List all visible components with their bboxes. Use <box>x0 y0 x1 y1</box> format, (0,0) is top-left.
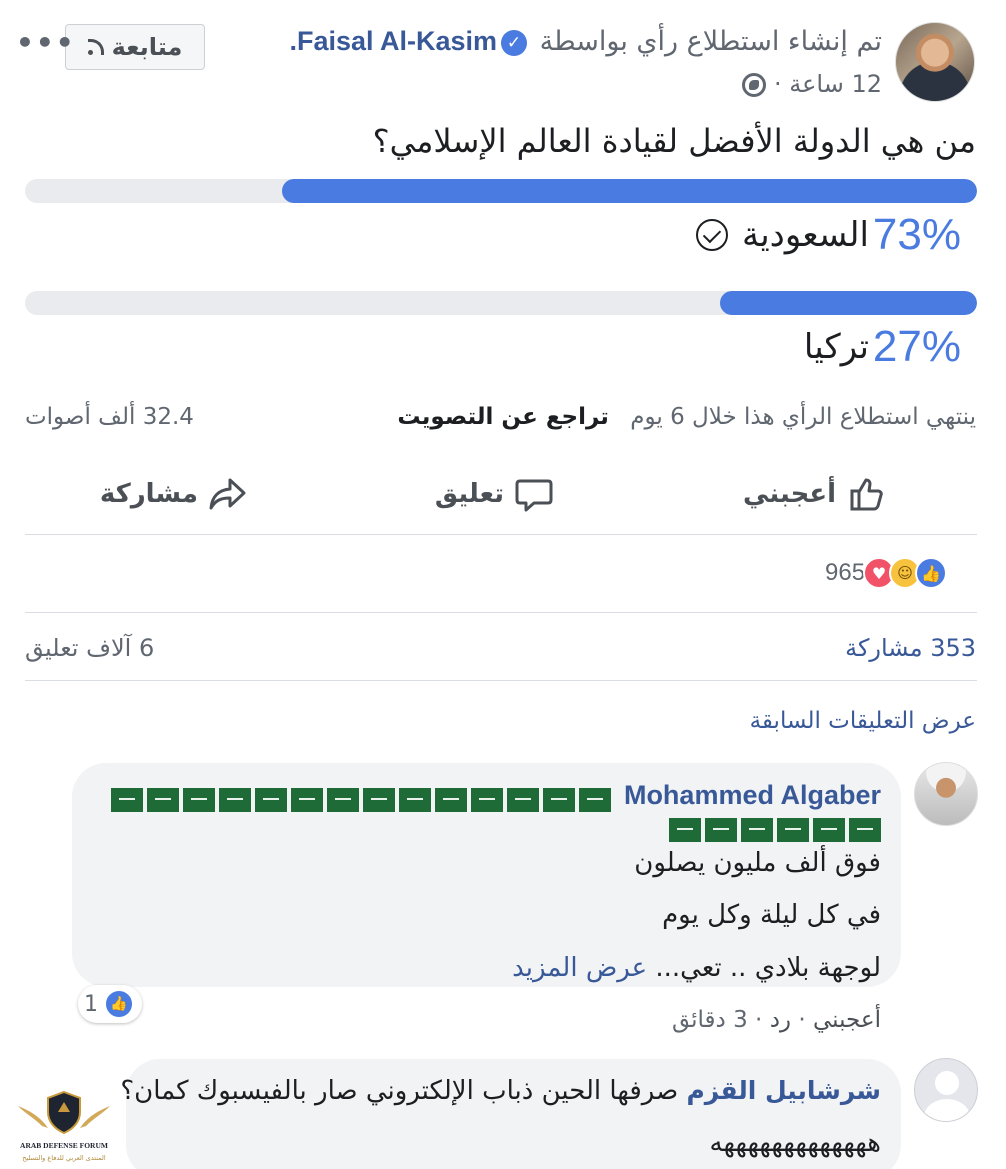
like-label: أعجبني <box>743 479 836 509</box>
comments-count[interactable]: 6 آلاف تعليق <box>25 634 154 662</box>
saudi-flag-icon <box>326 787 359 812</box>
comment-reply-action[interactable]: رد <box>770 1007 791 1033</box>
created-poll-text: تم إنشاء استطلاع رأي بواسطة <box>539 26 882 57</box>
comment-icon <box>515 479 553 512</box>
voted-check-icon <box>695 219 728 251</box>
poll-percent-option-1: 73% <box>872 210 961 259</box>
saudi-flag-icon <box>578 787 611 812</box>
comment-author-line: Mohammed Algaber <box>107 780 881 812</box>
flag-row-2 <box>665 818 881 842</box>
post-time[interactable]: 12 ساعة · <box>774 70 882 98</box>
comment-author[interactable]: شرشابيل القزم <box>686 1076 881 1105</box>
verified-badge-icon: ✓ <box>501 29 528 56</box>
saudi-flag-icon <box>669 818 701 842</box>
watermark-subtitle: المنتدى العربي للدفاع والتسليح <box>22 1154 106 1162</box>
comment-text: صرفها الحين ذباب الإلكتروني صار بالفيسبو… <box>120 1076 679 1106</box>
saudi-flag-icon <box>182 787 215 812</box>
comment-like-count: 1 <box>84 991 98 1017</box>
comment-author[interactable]: Mohammed Algaber <box>624 780 881 810</box>
saudi-flag-icon <box>813 818 845 842</box>
comment-text-line-last: لوجهة بلادي .. تعي... عرض المزيد <box>512 953 881 983</box>
saudi-flag-icon <box>705 818 737 842</box>
like-reaction-icon: 👍 <box>915 557 948 589</box>
globe-icon <box>742 73 767 97</box>
saudi-flag-icon <box>542 787 575 812</box>
poll-label-option-1: السعودية <box>741 215 869 255</box>
poll-footer: ينتهي استطلاع الرأي هذا خلال 6 يوم تراجع… <box>397 404 976 430</box>
poll-option-2[interactable]: 27% تركيا <box>804 322 961 372</box>
follow-button[interactable]: متابعة <box>65 24 205 70</box>
poll-bar-option-2[interactable] <box>25 291 977 315</box>
flag-row-1 <box>107 787 611 812</box>
like-reaction-icon: 👍 <box>104 989 134 1019</box>
divider <box>25 612 977 613</box>
see-more-link[interactable]: عرض المزيد <box>512 953 647 983</box>
comment-line: شرشابيل القزم صرفها الحين ذباب الإلكترون… <box>120 1076 881 1106</box>
thumbs-up-icon <box>850 478 883 511</box>
watermark-title: ARAB DEFENSE FORUM <box>20 1141 108 1150</box>
saudi-flag-icon <box>506 787 539 812</box>
poll-question: من هي الدولة الأفضل لقيادة العالم الإسلا… <box>372 122 976 160</box>
saudi-flag-icon <box>362 787 395 812</box>
saudi-flag-icon <box>849 818 881 842</box>
rss-icon <box>87 39 104 55</box>
votes-count[interactable]: 32.4 ألف أصوات <box>25 404 194 430</box>
follow-label: متابعة <box>111 33 183 61</box>
undo-vote-link[interactable]: تراجع عن التصويت <box>397 404 609 430</box>
saudi-flag-icon <box>398 787 431 812</box>
author-name[interactable]: Faisal Al-Kasim <box>297 26 497 56</box>
comment-text-truncated: لوجهة بلادي .. تعي... <box>655 953 881 983</box>
poll-ends-text: ينتهي استطلاع الرأي هذا خلال 6 يوم <box>630 404 976 430</box>
poll-bar-option-1[interactable] <box>25 179 977 203</box>
saudi-flag-icon <box>146 787 179 812</box>
saudi-flag-icon <box>777 818 809 842</box>
poll-option-1[interactable]: 73% السعودية <box>695 210 961 260</box>
share-label: مشاركة <box>99 479 198 509</box>
comment-button[interactable]: تعليق <box>435 472 554 516</box>
reactions-count: 965 <box>825 559 866 586</box>
view-previous-comments-link[interactable]: عرض التعليقات السابقة <box>750 708 976 734</box>
comment-like-badge[interactable]: 1 👍 <box>78 985 142 1023</box>
saudi-flag-icon <box>741 818 773 842</box>
saudi-flag-icon <box>218 787 251 812</box>
post-header: تم إنشاء استطلاع رأي بواسطة ✓Faisal Al-K… <box>289 26 882 57</box>
poll-percent-option-2: 27% <box>872 322 961 371</box>
saudi-flag-icon <box>290 787 323 812</box>
divider <box>25 680 977 681</box>
comment-text-line: فوق ألف مليون يصلون <box>634 848 881 878</box>
divider <box>25 534 977 535</box>
comment-meta: أعجبني · رد · 3 دقائق <box>671 1007 881 1033</box>
saudi-flag-icon <box>434 787 467 812</box>
author-avatar[interactable] <box>895 22 975 102</box>
comment-text-line: هههههههههههههه <box>709 1128 881 1158</box>
comment-like-action[interactable]: أعجبني <box>813 1007 881 1033</box>
saudi-flag-icon <box>110 787 143 812</box>
like-button[interactable]: أعجبني <box>743 472 886 516</box>
poll-label-option-2: تركيا <box>803 327 869 367</box>
poll-bar-fill-option-1 <box>282 179 977 203</box>
saudi-flag-icon <box>254 787 287 812</box>
forum-logo-watermark: ARAB DEFENSE FORUM المنتدى العربي للدفاع… <box>18 1090 110 1162</box>
post-meta: 12 ساعة · <box>736 70 882 98</box>
share-icon <box>209 478 246 510</box>
poll-bar-fill-option-2 <box>719 291 977 315</box>
shares-count[interactable]: 353 مشاركة <box>845 634 976 662</box>
reactions-summary[interactable]: 965 ♥ ☺ 👍 <box>825 556 948 590</box>
comment-time[interactable]: 3 دقائق <box>672 1007 748 1033</box>
default-avatar-icon[interactable] <box>914 1058 978 1122</box>
comment-label: تعليق <box>434 479 504 509</box>
commenter-avatar[interactable] <box>914 762 978 826</box>
comment-text-line: في كل ليلة وكل يوم <box>662 900 881 930</box>
share-button[interactable]: مشاركة <box>100 472 248 516</box>
saudi-flag-icon <box>470 787 503 812</box>
more-options-icon[interactable]: ••• <box>16 26 76 59</box>
